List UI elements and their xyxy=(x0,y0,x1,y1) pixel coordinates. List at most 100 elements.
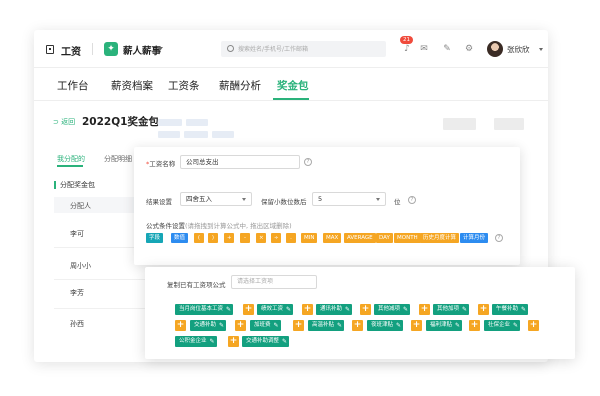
formula-token[interactable]: ( xyxy=(194,233,204,243)
add-icon[interactable]: + xyxy=(411,320,422,331)
mail-icon[interactable]: ✉ xyxy=(419,44,429,54)
placeholder-button[interactable] xyxy=(443,118,476,130)
tab-salary-analysis[interactable]: 薪酬分析 xyxy=(219,78,261,93)
formula-token[interactable]: + xyxy=(224,233,234,243)
chevron-down-icon xyxy=(242,198,246,201)
add-icon[interactable]: + xyxy=(360,304,371,315)
module-switcher[interactable]: 薪人薪事 xyxy=(123,43,161,57)
add-icon[interactable]: + xyxy=(302,304,313,315)
formula-token[interactable]: DAY xyxy=(376,233,393,243)
add-icon[interactable]: + xyxy=(528,320,539,331)
page-title: 2022Q1奖金包 xyxy=(82,116,159,128)
salary-item-tag[interactable]: 夜班津贴 xyxy=(367,320,404,331)
add-icon[interactable]: + xyxy=(243,304,254,315)
formula-token[interactable]: - xyxy=(240,233,250,243)
placeholder-bar xyxy=(212,131,234,138)
edit-icon[interactable]: ✎ xyxy=(442,44,452,54)
placeholder-bar xyxy=(158,119,182,126)
formula-token[interactable]: ) xyxy=(208,233,218,243)
subtab-allocation-details[interactable]: 分配明细 xyxy=(104,154,132,164)
help-icon[interactable]: ? xyxy=(495,234,503,242)
chevron-down-icon xyxy=(376,198,380,201)
salary-item-tag[interactable]: 公积金企业 xyxy=(175,336,217,347)
copy-formula-card: 复制已有工资项公式 请选择工资项 当月岗位基本工资 + 绩效工资 + 通讯补助 … xyxy=(145,267,575,359)
formula-token[interactable]: MIN xyxy=(301,233,318,243)
main-nav: 工作台 薪资档案 工资条 薪酬分析 奖金包 xyxy=(34,68,548,101)
decimals-label: 保留小数位数后 xyxy=(261,198,307,206)
salary-item-tag[interactable]: 午餐补助 xyxy=(492,304,529,315)
salary-item-tag[interactable]: 通讯补助 xyxy=(316,304,353,315)
add-icon[interactable]: + xyxy=(469,320,480,331)
formula-token[interactable]: × xyxy=(256,233,266,243)
copy-formula-label: 复制已有工资项公式 xyxy=(167,281,226,289)
formula-label: 公式条件设置(请拖拽到计算公式中, 拖出区域删除) xyxy=(146,222,292,230)
subtab-my-allocations[interactable]: 我分配的 xyxy=(57,154,85,164)
avatar[interactable] xyxy=(487,41,503,57)
top-bar: 工资 ✦ 薪人薪事 ♪ 21 ✉ ✎ ⚙ 张欣欣 xyxy=(34,30,548,68)
formula-token[interactable]: 计算月份 xyxy=(460,233,489,243)
column-header-allocator: 分配人 xyxy=(70,202,91,210)
brand-title: 工资 xyxy=(61,47,81,58)
module-logo-icon: ✦ xyxy=(104,42,118,56)
formula-token[interactable]: AVERAGE xyxy=(344,233,376,243)
formula-token[interactable]: ÷ xyxy=(271,233,281,243)
stage: 工资 ✦ 薪人薪事 ♪ 21 ✉ ✎ ⚙ 张欣欣 工作台 薪资档案 工资条 薪酬… xyxy=(0,0,600,396)
bell-icon[interactable]: ♪ xyxy=(402,44,412,54)
add-icon[interactable]: + xyxy=(228,336,239,347)
search-input[interactable] xyxy=(238,41,383,57)
add-icon[interactable]: + xyxy=(419,304,430,315)
help-icon[interactable]: ? xyxy=(408,196,416,204)
rounding-select[interactable]: 四舍五入 xyxy=(180,192,252,206)
salary-item-tag[interactable]: 交通补助调整 xyxy=(242,336,290,347)
add-icon[interactable]: + xyxy=(293,320,304,331)
copy-formula-select[interactable]: 请选择工资项 xyxy=(231,275,317,289)
back-label: 返回 xyxy=(61,118,76,126)
add-icon[interactable]: + xyxy=(175,320,186,331)
add-icon[interactable]: + xyxy=(235,320,246,331)
salary-item-tag[interactable]: 社保企业 xyxy=(484,320,521,331)
decimals-select[interactable]: 5 xyxy=(312,192,386,206)
formula-hint: (请拖拽到计算公式中, 拖出区域删除) xyxy=(185,222,292,230)
decimals-unit: 位 xyxy=(394,198,401,206)
tab-salary-files[interactable]: 薪资档案 xyxy=(111,78,153,93)
salary-item-tag[interactable]: 其他减项 xyxy=(374,304,411,315)
chevron-down-icon[interactable] xyxy=(539,48,543,51)
formula-token[interactable]: MAX xyxy=(323,233,342,243)
rounding-value: 四舍五入 xyxy=(186,195,212,203)
active-subtab-indicator xyxy=(57,165,83,167)
salary-item-tag[interactable]: 当月岗位基本工资 xyxy=(175,304,234,315)
formula-token[interactable]: 字段 xyxy=(146,233,164,243)
search-icon xyxy=(227,45,234,52)
help-icon[interactable]: ? xyxy=(304,158,312,166)
list-item[interactable]: 孙西 xyxy=(70,319,84,329)
gear-icon[interactable]: ⚙ xyxy=(464,44,474,54)
add-icon[interactable]: + xyxy=(478,304,489,315)
salary-item-tag[interactable]: 其他加项 xyxy=(433,304,470,315)
formula-token[interactable]: . xyxy=(286,233,296,243)
tab-workbench[interactable]: 工作台 xyxy=(57,78,89,93)
list-item[interactable]: 李可 xyxy=(70,229,84,239)
back-link[interactable]: ⊃ 返回 xyxy=(53,117,75,127)
salary-item-tag[interactable]: 高温补贴 xyxy=(308,320,345,331)
tab-payslip[interactable]: 工资条 xyxy=(168,78,200,93)
formula-token[interactable]: 历史月度计算 xyxy=(420,233,460,243)
salary-item-tag[interactable]: 福利津贴 xyxy=(426,320,463,331)
user-name[interactable]: 张欣欣 xyxy=(507,44,530,55)
search-box[interactable] xyxy=(221,41,386,57)
salary-item-tag[interactable]: 绩效工资 xyxy=(257,304,294,315)
salary-item-tag[interactable]: 加班费 xyxy=(250,320,281,331)
list-item[interactable]: 周小小 xyxy=(70,261,91,271)
salary-name-field[interactable]: 公司总支出 xyxy=(180,155,300,169)
section-label: 分配奖金包 xyxy=(54,181,95,189)
salary-item-tag[interactable]: 交通补助 xyxy=(190,320,227,331)
tab-bonus-pool[interactable]: 奖金包 xyxy=(277,78,309,93)
placeholder-button[interactable] xyxy=(494,118,524,130)
salary-name-label: *工资名称 xyxy=(146,160,176,168)
formula-token[interactable]: MONTH xyxy=(394,233,421,243)
list-item[interactable]: 李芳 xyxy=(70,288,84,298)
rounding-label: 结果设置 xyxy=(146,198,172,206)
formula-token[interactable]: 数值 xyxy=(171,233,189,243)
add-icon[interactable]: + xyxy=(352,320,363,331)
formula-settings-card: *工资名称 公司总支出 ? 结果设置 四舍五入 保留小数位数后 5 位 ? 公式… xyxy=(134,147,520,265)
chevron-down-icon[interactable] xyxy=(157,47,163,51)
